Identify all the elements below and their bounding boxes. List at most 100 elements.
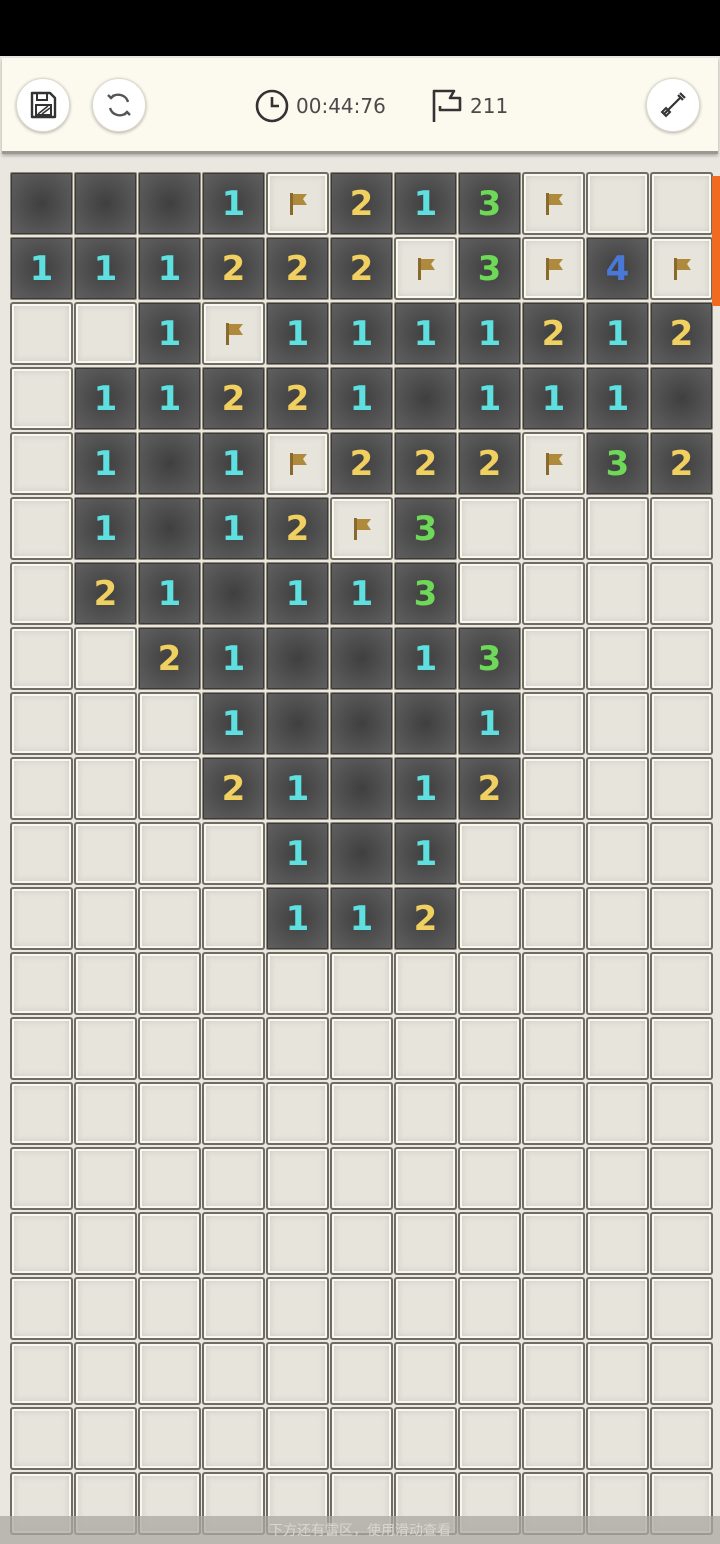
hidden-cell[interactable] [266,1277,329,1340]
number-cell[interactable]: 2 [266,237,329,300]
hidden-cell[interactable] [202,952,265,1015]
open-cell[interactable] [330,822,393,885]
save-button[interactable] [16,78,70,132]
number-cell[interactable]: 1 [202,497,265,560]
number-cell[interactable]: 3 [586,432,649,495]
open-cell[interactable] [266,692,329,755]
hidden-cell[interactable] [650,1407,713,1470]
hidden-cell[interactable] [458,1017,521,1080]
hidden-cell[interactable] [586,1082,649,1145]
restart-button[interactable] [92,78,146,132]
number-cell[interactable]: 1 [74,237,137,300]
hidden-cell[interactable] [522,1082,585,1145]
hidden-cell[interactable] [586,497,649,560]
number-cell[interactable]: 1 [202,692,265,755]
hidden-cell[interactable] [394,1017,457,1080]
hidden-cell[interactable] [202,1342,265,1405]
open-cell[interactable] [138,432,201,495]
hidden-cell[interactable] [202,1017,265,1080]
hidden-cell[interactable] [394,1407,457,1470]
number-cell[interactable]: 1 [330,887,393,950]
hidden-cell[interactable] [650,1017,713,1080]
number-cell[interactable]: 1 [138,237,201,300]
hidden-cell[interactable] [266,1147,329,1210]
hidden-cell[interactable] [138,822,201,885]
hidden-cell[interactable] [10,1212,73,1275]
hidden-cell[interactable] [458,1342,521,1405]
hidden-cell[interactable] [522,497,585,560]
hidden-cell[interactable] [522,627,585,690]
hidden-cell[interactable] [202,1407,265,1470]
number-cell[interactable]: 2 [650,432,713,495]
hidden-cell[interactable] [650,1147,713,1210]
open-cell[interactable] [138,172,201,235]
hidden-cell[interactable] [586,1342,649,1405]
flagged-cell[interactable] [522,432,585,495]
hidden-cell[interactable] [522,692,585,755]
hidden-cell[interactable] [522,1212,585,1275]
hidden-cell[interactable] [458,887,521,950]
hidden-cell[interactable] [522,887,585,950]
number-cell[interactable]: 1 [266,757,329,820]
hidden-cell[interactable] [202,1147,265,1210]
hidden-cell[interactable] [586,1407,649,1470]
hidden-cell[interactable] [330,1147,393,1210]
number-cell[interactable]: 1 [266,562,329,625]
flagged-cell[interactable] [650,237,713,300]
hidden-cell[interactable] [138,757,201,820]
hidden-cell[interactable] [266,1017,329,1080]
hidden-cell[interactable] [458,1407,521,1470]
flagged-cell[interactable] [202,302,265,365]
number-cell[interactable]: 1 [522,367,585,430]
open-cell[interactable] [330,627,393,690]
hidden-cell[interactable] [138,1082,201,1145]
number-cell[interactable]: 1 [586,302,649,365]
open-cell[interactable] [74,172,137,235]
dig-mode-button[interactable] [646,78,700,132]
hidden-cell[interactable] [74,1082,137,1145]
hidden-cell[interactable] [650,562,713,625]
hidden-cell[interactable] [650,1212,713,1275]
number-cell[interactable]: 1 [202,432,265,495]
hidden-cell[interactable] [10,627,73,690]
hidden-cell[interactable] [10,1017,73,1080]
number-cell[interactable]: 1 [266,887,329,950]
hidden-cell[interactable] [74,1017,137,1080]
hidden-cell[interactable] [650,692,713,755]
number-cell[interactable]: 1 [202,627,265,690]
hidden-cell[interactable] [138,692,201,755]
number-cell[interactable]: 2 [330,172,393,235]
hidden-cell[interactable] [650,1342,713,1405]
number-cell[interactable]: 2 [394,887,457,950]
hidden-cell[interactable] [458,822,521,885]
hidden-cell[interactable] [394,1342,457,1405]
hidden-cell[interactable] [202,1082,265,1145]
number-cell[interactable]: 1 [202,172,265,235]
hidden-cell[interactable] [650,627,713,690]
hidden-cell[interactable] [10,1082,73,1145]
hidden-cell[interactable] [522,1407,585,1470]
hidden-cell[interactable] [522,952,585,1015]
hidden-cell[interactable] [74,1407,137,1470]
hidden-cell[interactable] [394,1082,457,1145]
hidden-cell[interactable] [74,692,137,755]
number-cell[interactable]: 2 [202,237,265,300]
hidden-cell[interactable] [586,1212,649,1275]
number-cell[interactable]: 1 [458,367,521,430]
hidden-cell[interactable] [138,1407,201,1470]
number-cell[interactable]: 2 [330,237,393,300]
hidden-cell[interactable] [138,1017,201,1080]
hidden-cell[interactable] [586,1277,649,1340]
flagged-cell[interactable] [522,172,585,235]
hidden-cell[interactable] [266,1342,329,1405]
open-cell[interactable] [138,497,201,560]
open-cell[interactable] [330,757,393,820]
open-cell[interactable] [650,367,713,430]
flagged-cell[interactable] [266,432,329,495]
hidden-cell[interactable] [458,497,521,560]
hidden-cell[interactable] [458,1082,521,1145]
hidden-cell[interactable] [74,627,137,690]
hidden-cell[interactable] [266,952,329,1015]
hidden-cell[interactable] [10,1342,73,1405]
hidden-cell[interactable] [74,1147,137,1210]
